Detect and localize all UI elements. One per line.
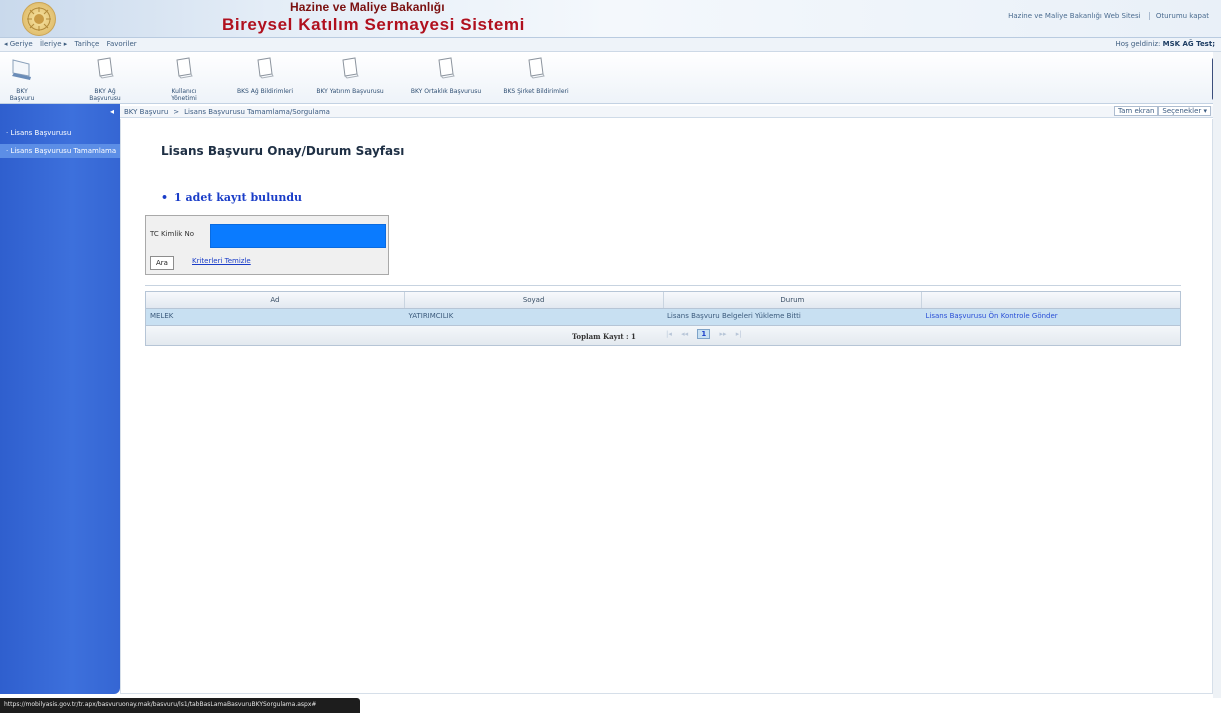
breadcrumb-separator: > bbox=[173, 108, 180, 116]
ministry-title: Hazine ve Maliye Bakanlığı bbox=[290, 0, 445, 14]
toolbar-item-label: BKS Ağ Bildirimleri bbox=[237, 88, 293, 95]
header-links: Hazine ve Maliye Bakanlığı Web Sitesi Ot… bbox=[1002, 12, 1215, 20]
document-icon bbox=[254, 56, 276, 82]
result-count: • 1 adet kayıt bulundu bbox=[161, 191, 302, 204]
favorites-link[interactable]: Favoriler bbox=[107, 40, 137, 48]
table-row[interactable]: MELEK YATIRIMCILIK Lisans Başvuru Belgel… bbox=[146, 309, 1180, 325]
cell-soyad: YATIRIMCILIK bbox=[408, 312, 454, 320]
toolbar-item-label: BKY Ortaklık Başvurusu bbox=[410, 88, 482, 95]
toolbar-item-label: BKY Başvuru bbox=[9, 88, 35, 102]
last-page-button[interactable]: ▸| bbox=[736, 330, 742, 338]
status-url: https://mobilyasis.gov.tr/tr.apx/basvuru… bbox=[4, 701, 317, 708]
search-button[interactable]: Ara bbox=[150, 256, 174, 270]
options-dropdown[interactable]: Seçenekler ▾ bbox=[1158, 106, 1211, 116]
tc-label: TC Kimlik No bbox=[150, 230, 195, 238]
toolbar-item-bks-sirket-bildirimleri[interactable]: BKS Şirket Bildirimleri bbox=[498, 56, 574, 95]
monitor-icon bbox=[11, 56, 33, 82]
cell-ad: MELEK bbox=[150, 312, 174, 320]
history-link[interactable]: Tarihçe bbox=[75, 40, 100, 48]
column-header-action bbox=[922, 292, 1180, 308]
toolbar-item-bky-yatirim-basvurusu[interactable]: BKY Yatırım Başvurusu bbox=[312, 56, 388, 95]
user-name: MSK AĞ Test; bbox=[1162, 40, 1215, 48]
ministry-logo bbox=[22, 2, 56, 36]
page-scrollbar[interactable] bbox=[1213, 52, 1221, 698]
search-panel: TC Kimlik No Ara Kriterleri Temizle bbox=[145, 215, 389, 275]
document-icon bbox=[339, 56, 361, 82]
total-records: Toplam Kayıt : 1 bbox=[572, 332, 636, 341]
send-to-precheck-link[interactable]: Lisans Başvurusu Ön Kontrole Gönder bbox=[922, 309, 1181, 325]
fullscreen-button[interactable]: Tam ekran bbox=[1114, 106, 1159, 116]
welcome-label: Hoş geldiniz: bbox=[1115, 40, 1161, 48]
pager: |◂ ◂◂ 1 ▸▸ ▸| bbox=[666, 329, 749, 343]
main-content: Lisans Başvuru Onay/Durum Sayfası • 1 ade… bbox=[120, 119, 1213, 694]
app-header: Hazine ve Maliye Bakanlığı Bireysel Katı… bbox=[0, 0, 1221, 38]
sidebar-item-lisans-basvurusu-tamamlama[interactable]: · Lisans Başvurusu Tamamlama bbox=[0, 144, 120, 158]
logout-link[interactable]: Oturumu kapat bbox=[1148, 12, 1215, 20]
collapse-sidebar-icon[interactable]: ◂ bbox=[110, 107, 114, 116]
toolbar-item-label: BKY Yatırım Başvurusu bbox=[316, 88, 384, 95]
toolbar-item-label: Kullanıcı Yönetimi bbox=[171, 88, 197, 102]
navigation-bar: ◂ Geriye İleriye ▸ Tarihçe Favoriler Hoş… bbox=[0, 38, 1221, 52]
sidebar-item-lisans-basvurusu[interactable]: · Lisans Başvurusu bbox=[0, 126, 120, 140]
column-header-soyad[interactable]: Soyad bbox=[405, 292, 664, 308]
toolbar-item-kullanici-yonetimi[interactable]: Kullanıcı Yönetimi bbox=[158, 56, 210, 102]
page-title: Lisans Başvuru Onay/Durum Sayfası bbox=[161, 144, 405, 158]
first-page-button[interactable]: |◂ bbox=[666, 330, 672, 338]
browser-status-bar: https://mobilyasis.gov.tr/tr.apx/basvuru… bbox=[0, 698, 360, 713]
table-header: Ad Soyad Durum bbox=[146, 292, 1180, 309]
document-icon bbox=[94, 56, 116, 82]
toolbar-item-label: BKS Şirket Bildirimleri bbox=[503, 88, 569, 95]
column-header-ad[interactable]: Ad bbox=[146, 292, 405, 308]
tc-kimlik-input[interactable] bbox=[210, 224, 386, 248]
clear-criteria-link[interactable]: Kriterleri Temizle bbox=[192, 257, 251, 265]
ministry-website-link[interactable]: Hazine ve Maliye Bakanlığı Web Sitesi bbox=[1002, 12, 1146, 20]
results-table: Ad Soyad Durum MELEK YATIRIMCILIK Lisans… bbox=[145, 291, 1181, 346]
document-icon bbox=[435, 56, 457, 82]
view-options: Tam ekran Seçenekler ▾ bbox=[1114, 106, 1211, 116]
breadcrumb: BKY Başvuru > Lisans Başvurusu Tamamlama/S… bbox=[124, 108, 330, 116]
table-footer: Toplam Kayıt : 1 |◂ ◂◂ 1 ▸▸ ▸| bbox=[146, 325, 1180, 345]
back-link[interactable]: ◂ Geriye bbox=[4, 40, 33, 48]
cell-durum: Lisans Başvuru Belgeleri Yükleme Bitti bbox=[667, 312, 801, 320]
breadcrumb-current: Lisans Başvurusu Tamamlama/Sorgulama bbox=[184, 108, 330, 116]
bullet: • bbox=[161, 191, 169, 204]
current-page[interactable]: 1 bbox=[697, 329, 711, 339]
breadcrumb-root[interactable]: BKY Başvuru bbox=[124, 108, 168, 116]
document-icon bbox=[173, 56, 195, 82]
next-page-button[interactable]: ▸▸ bbox=[719, 330, 726, 338]
toolbar-item-bky-basvuru[interactable]: BKY Başvuru bbox=[4, 56, 40, 102]
forward-link[interactable]: İleriye ▸ bbox=[40, 40, 67, 48]
sidebar: ◂ · Lisans Başvurusu · Lisans Başvurusu … bbox=[0, 104, 120, 694]
toolbar-item-label: BKY Ağ Başvurusu bbox=[89, 88, 121, 102]
welcome-text: Hoş geldiniz: MSK AĞ Test; bbox=[1115, 40, 1215, 48]
breadcrumb-bar: BKY Başvuru > Lisans Başvurusu Tamamlama/S… bbox=[120, 106, 1213, 118]
document-icon bbox=[525, 56, 547, 82]
column-header-durum[interactable]: Durum bbox=[664, 292, 923, 308]
prev-page-button[interactable]: ◂◂ bbox=[681, 330, 688, 338]
divider bbox=[145, 285, 1181, 286]
toolbar-item-bky-ag-basvurusu[interactable]: BKY Ağ Başvurusu bbox=[80, 56, 130, 102]
toolbar-item-bks-ag-bildirimleri[interactable]: BKS Ağ Bildirimleri bbox=[234, 56, 296, 95]
system-title: Bireysel Katılım Sermayesi Sistemi bbox=[222, 15, 525, 34]
result-count-text: 1 adet kayıt bulundu bbox=[174, 191, 303, 204]
toolbar-item-bky-ortaklik-basvurusu[interactable]: BKY Ortaklık Başvurusu bbox=[406, 56, 486, 95]
main-toolbar: BKY Başvuru BKY Ağ Başvurusu Kullanıcı Y… bbox=[0, 52, 1221, 104]
